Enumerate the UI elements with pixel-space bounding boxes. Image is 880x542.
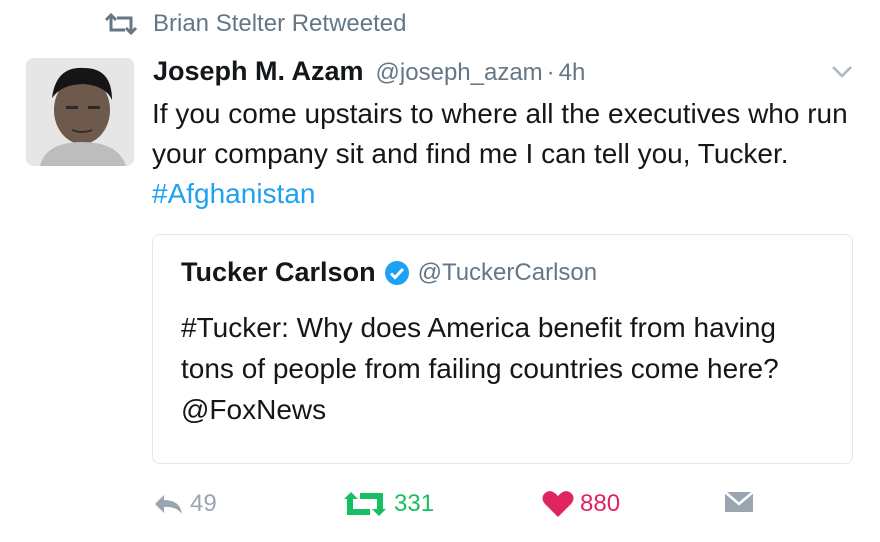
retweet-icon — [344, 492, 386, 516]
author-name[interactable]: Joseph M. Azam — [153, 56, 364, 87]
tweet-header: Joseph M. Azam @joseph_azam · 4h — [153, 56, 840, 87]
like-count: 880 — [580, 490, 621, 517]
avatar[interactable] — [26, 58, 134, 166]
quoted-tweet-card[interactable]: Tucker Carlson @TuckerCarlson #Tucker: W… — [152, 234, 853, 464]
chevron-down-icon[interactable] — [830, 64, 854, 80]
direct-message-button[interactable] — [724, 490, 760, 514]
retweet-banner-text[interactable]: Brian Stelter Retweeted — [153, 10, 406, 38]
heart-icon — [542, 491, 574, 517]
tweet-text: If you come upstairs to where all the ex… — [152, 94, 852, 214]
hashtag-link[interactable]: #Afghanistan — [152, 178, 315, 209]
reply-count: 49 — [190, 490, 217, 517]
tweet-text-body: If you come upstairs to where all the ex… — [152, 98, 848, 169]
like-button[interactable]: 880 — [542, 490, 620, 518]
quoted-tweet-header: Tucker Carlson @TuckerCarlson — [181, 257, 597, 288]
verified-badge-icon — [384, 260, 409, 285]
avatar-image — [26, 58, 134, 166]
retweet-banner: Brian Stelter Retweeted — [103, 10, 406, 38]
timestamp[interactable]: 4h — [559, 59, 586, 87]
author-handle[interactable]: @joseph_azam — [376, 59, 543, 87]
retweet-button[interactable]: 331 — [342, 490, 434, 518]
retweet-count: 331 — [394, 490, 435, 517]
reply-button[interactable]: 49 — [152, 490, 217, 518]
retweet-icon — [104, 13, 138, 35]
envelope-icon — [724, 491, 754, 512]
quoted-tweet-text: #Tucker: Why does America benefit from h… — [181, 312, 779, 425]
quoted-author-name: Tucker Carlson — [181, 257, 376, 287]
tweet-actions: 49 331 880 — [152, 490, 772, 530]
separator: · — [546, 59, 555, 86]
quoted-author-handle: @TuckerCarlson — [417, 258, 598, 286]
reply-icon — [155, 495, 182, 514]
